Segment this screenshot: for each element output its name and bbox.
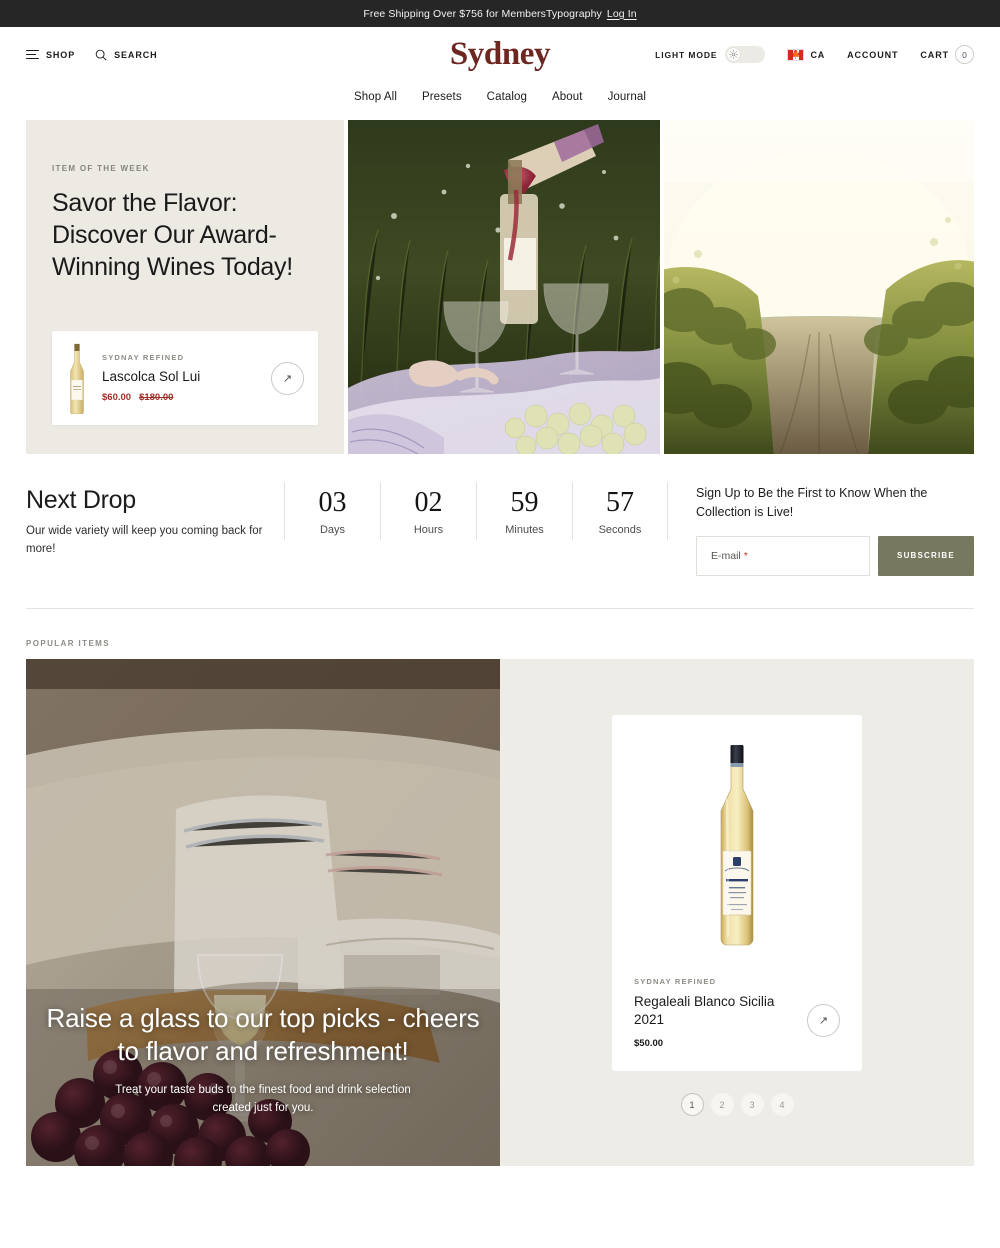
popular-product-panel: SYDNAY REFINED Regaleali Blanco Sicilia … [500, 658, 974, 1166]
pagination-dot-1[interactable]: 1 [680, 1093, 704, 1117]
pagination-dot-4[interactable]: 4 [770, 1093, 794, 1117]
wine-bottle-image [634, 739, 840, 951]
popular-items-label: POPULAR ITEMS [26, 638, 110, 648]
popular-overlay-subtext: Treat your taste buds to the finest food… [115, 1084, 411, 1114]
hero-eyebrow: ITEM OF THE WEEK [52, 164, 150, 173]
header-right-group: LIGHT MODE 🍁 CA ACCOUNT CART 0 [655, 45, 974, 64]
account-link[interactable]: ACCOUNT [847, 50, 898, 60]
email-input[interactable]: E-mail * [696, 535, 870, 576]
region-code: CA [810, 49, 826, 60]
nav-item-shop-all[interactable]: Shop All [354, 91, 397, 103]
cart-button[interactable]: CART 0 [920, 45, 974, 64]
featured-product-brand: SYDNAY REFINED [102, 353, 185, 362]
nav-item-catalog[interactable]: Catalog [487, 91, 527, 103]
popular-product-price: $50.00 [634, 1038, 664, 1050]
nav-item-journal[interactable]: Journal [608, 91, 646, 103]
newsletter-signup: Sign Up to Be the First to Know When the… [696, 482, 974, 576]
light-mode-toggle[interactable] [725, 46, 766, 63]
email-required-mark: * [743, 549, 748, 562]
section-divider [26, 607, 974, 609]
next-drop-title: Next Drop [26, 486, 136, 514]
countdown-seconds-label: Seconds [598, 523, 642, 536]
featured-product-prices: $60.00 $180.00 [102, 392, 271, 403]
countdown-hours-label: Hours [413, 523, 444, 536]
light-mode-control[interactable]: LIGHT MODE [655, 46, 766, 63]
email-input-label: E-mail [711, 549, 741, 562]
featured-product-name: Lascolca Sol Lui [102, 369, 201, 384]
countdown-hours: 02 Hours [380, 482, 476, 540]
shop-menu-button[interactable]: SHOP [26, 50, 75, 60]
featured-product-meta: SYDNAY REFINED Lascolca Sol Lui $60.00 $… [102, 353, 271, 403]
announcement-message: Free Shipping Over $756 for MembersTypog… [363, 7, 602, 20]
next-drop-subtitle: Our wide variety will keep you coming ba… [26, 525, 263, 555]
nav-item-about[interactable]: About [552, 91, 583, 103]
wine-bottle-thumbnail [64, 342, 90, 415]
hero-title: Savor the Flavor: Discover Our Award-Win… [52, 189, 293, 281]
countdown-timer: 03 Days 02 Hours 59 Minutes 57 Seconds [284, 482, 668, 540]
search-button[interactable]: SEARCH [95, 49, 157, 61]
popular-product-brand: SYDNAY REFINED [634, 976, 717, 986]
countdown-days-value: 03 [318, 487, 347, 518]
sun-icon [729, 50, 739, 59]
hero-image-vineyard [664, 120, 974, 454]
countdown-seconds: 57 Seconds [572, 482, 668, 540]
pagination-dot-3[interactable]: 3 [740, 1093, 764, 1117]
popular-overlay-heading: Raise a glass to our top picks - cheers … [46, 1002, 480, 1066]
countdown-minutes: 59 Minutes [476, 482, 572, 540]
newsletter-title: Sign Up to Be the First to Know When the… [696, 486, 928, 520]
newsletter-form: E-mail * SUBSCRIBE [696, 535, 974, 576]
shop-menu-label: SHOP [46, 49, 76, 60]
popular-overlay-text: Raise a glass to our top picks - cheers … [26, 1002, 500, 1118]
hamburger-icon [26, 49, 39, 60]
header-left-group: SHOP SEARCH [26, 49, 158, 61]
subscribe-button[interactable]: SUBSCRIBE [878, 535, 974, 576]
site-logo-text[interactable]: Sydney [450, 36, 551, 72]
carousel-pagination: 1 2 3 4 [680, 1093, 794, 1117]
popular-product-card[interactable]: SYDNAY REFINED Regaleali Blanco Sicilia … [612, 714, 862, 1072]
region-selector[interactable]: 🍁 CA [787, 48, 826, 61]
popular-lifestyle-image: Raise a glass to our top picks - cheers … [26, 658, 500, 1166]
countdown-minutes-value: 59 [510, 487, 539, 518]
search-icon [95, 49, 107, 60]
popular-items-section: Raise a glass to our top picks - cheers … [26, 658, 974, 1166]
announcement-bar: Free Shipping Over $756 for MembersTypog… [0, 0, 1000, 27]
light-mode-label: LIGHT MODE [655, 49, 718, 60]
featured-product-compare-price: $180.00 [139, 392, 174, 403]
search-label: SEARCH [114, 49, 158, 60]
countdown-hours-value: 02 [414, 487, 443, 518]
hero-image-wine-pour [348, 120, 660, 454]
primary-nav: Shop All Presets Catalog About Journal [0, 82, 1000, 112]
featured-product-card[interactable]: SYDNAY REFINED Lascolca Sol Lui $60.00 $… [52, 331, 318, 425]
next-drop-section: Next Drop Our wide variety will keep you… [26, 482, 974, 576]
canada-flag-icon: 🍁 [787, 48, 805, 61]
cart-label: CART [920, 49, 949, 60]
countdown-minutes-label: Minutes [505, 523, 544, 536]
hero-section: ITEM OF THE WEEK Savor the Flavor: Disco… [26, 120, 974, 454]
hero-text-panel: ITEM OF THE WEEK Savor the Flavor: Disco… [26, 120, 344, 454]
popular-product-arrow-icon[interactable]: ↗ [807, 1004, 840, 1038]
cart-count-badge: 0 [955, 45, 974, 64]
nav-item-presets[interactable]: Presets [422, 91, 462, 103]
featured-product-price: $60.00 [102, 392, 132, 403]
toggle-knob [727, 48, 741, 61]
countdown-days-label: Days [319, 523, 346, 536]
login-link[interactable]: Log In [607, 8, 637, 20]
site-header: SHOP SEARCH Sydney LIGHT MODE 🍁 CA ACCOU… [0, 27, 1000, 82]
featured-product-arrow-icon[interactable]: ↗ [271, 361, 304, 395]
next-drop-intro: Next Drop Our wide variety will keep you… [26, 482, 284, 559]
countdown-seconds-value: 57 [606, 487, 634, 518]
countdown-days: 03 Days [284, 482, 380, 540]
pagination-dot-2[interactable]: 2 [710, 1093, 734, 1117]
